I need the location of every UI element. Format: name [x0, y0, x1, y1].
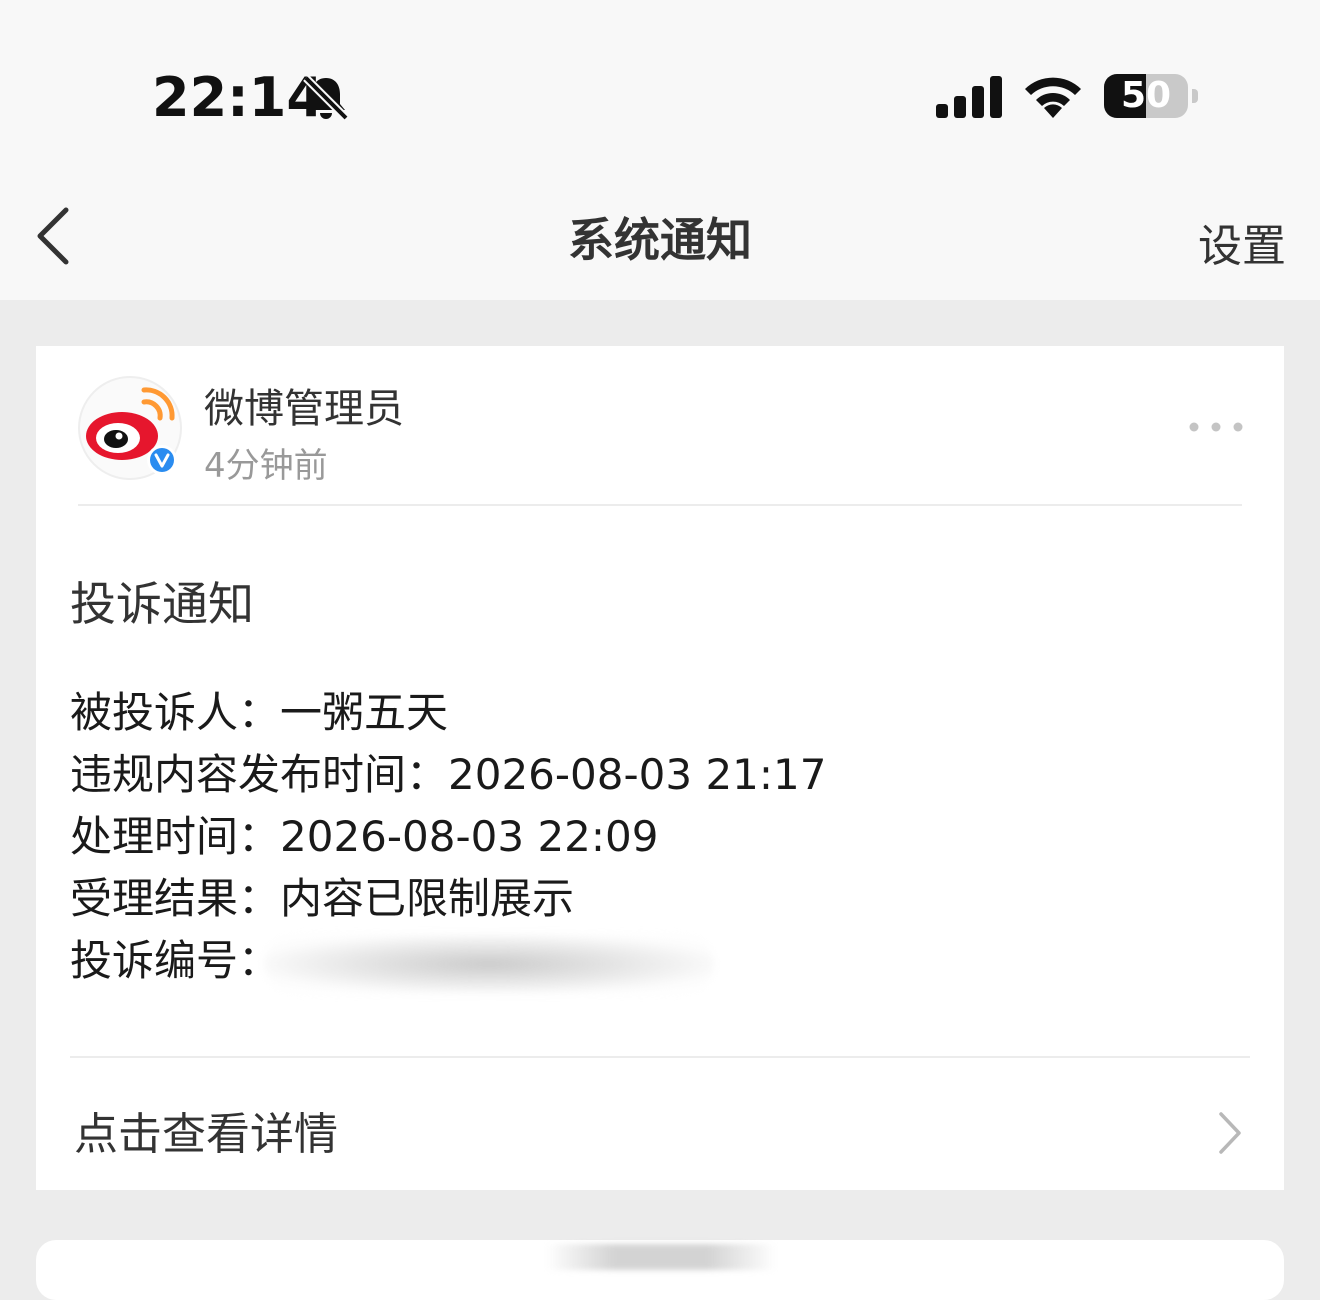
battery-body: 50	[1104, 74, 1188, 118]
info-row-result: 受理结果：内容已限制展示	[70, 868, 827, 930]
battery-icon: 50	[1104, 74, 1198, 120]
info-label: 受理结果：	[70, 874, 281, 923]
more-options-icon[interactable]	[1186, 418, 1246, 436]
complaint-info-list: 被投诉人：一粥五天 违规内容发布时间：2026-08-03 21:17 处理时间…	[70, 682, 827, 993]
sender-name[interactable]: 微博管理员	[204, 376, 404, 434]
battery-cap	[1192, 89, 1198, 103]
info-value: 2026-08-03 21:17	[448, 750, 827, 799]
settings-button[interactable]: 设置	[1198, 210, 1286, 274]
info-row-respondent: 被投诉人：一粥五天	[70, 682, 827, 744]
chevron-right-icon	[1219, 1112, 1241, 1154]
bell-slash-icon	[303, 75, 349, 121]
sender-timestamp: 4分钟前	[204, 446, 328, 486]
info-value: 内容已限制展示	[280, 874, 575, 923]
notification-card: 微博管理员 4分钟前 投诉通知 被投诉人：一粥五天 违规内容发布时间：2026-…	[36, 346, 1284, 1190]
info-value: 2026-08-03 22:09	[280, 812, 659, 861]
divider	[78, 504, 1242, 506]
status-time: 22:14	[152, 66, 324, 129]
info-label: 投诉编号：	[70, 936, 281, 985]
info-label: 处理时间：	[70, 812, 281, 861]
info-row-publish-time: 违规内容发布时间：2026-08-03 21:17	[70, 744, 827, 806]
info-row-process-time: 处理时间：2026-08-03 22:09	[70, 806, 827, 868]
nav-bar: 系统通知 设置	[0, 170, 1320, 300]
info-value: 一粥五天	[280, 688, 449, 737]
wifi-icon	[1025, 77, 1081, 118]
weibo-logo-avatar[interactable]	[78, 376, 182, 480]
info-label: 违规内容发布时间：	[70, 750, 449, 799]
blurred-watermark	[546, 1244, 776, 1270]
view-details-link[interactable]: 点击查看详情	[36, 1058, 1284, 1190]
info-row-complaint-id: 投诉编号：	[70, 930, 827, 993]
redacted-complaint-id	[264, 934, 715, 993]
battery-level: 50	[1120, 75, 1172, 116]
cellular-signal-icon	[936, 76, 1002, 118]
info-label: 被投诉人：	[70, 688, 281, 737]
notice-title: 投诉通知	[70, 577, 254, 631]
page-title: 系统通知	[568, 213, 752, 267]
view-details-label: 点击查看详情	[74, 1109, 338, 1160]
next-notification-card[interactable]	[36, 1240, 1284, 1300]
status-bar: 22:14 50	[0, 0, 1320, 170]
